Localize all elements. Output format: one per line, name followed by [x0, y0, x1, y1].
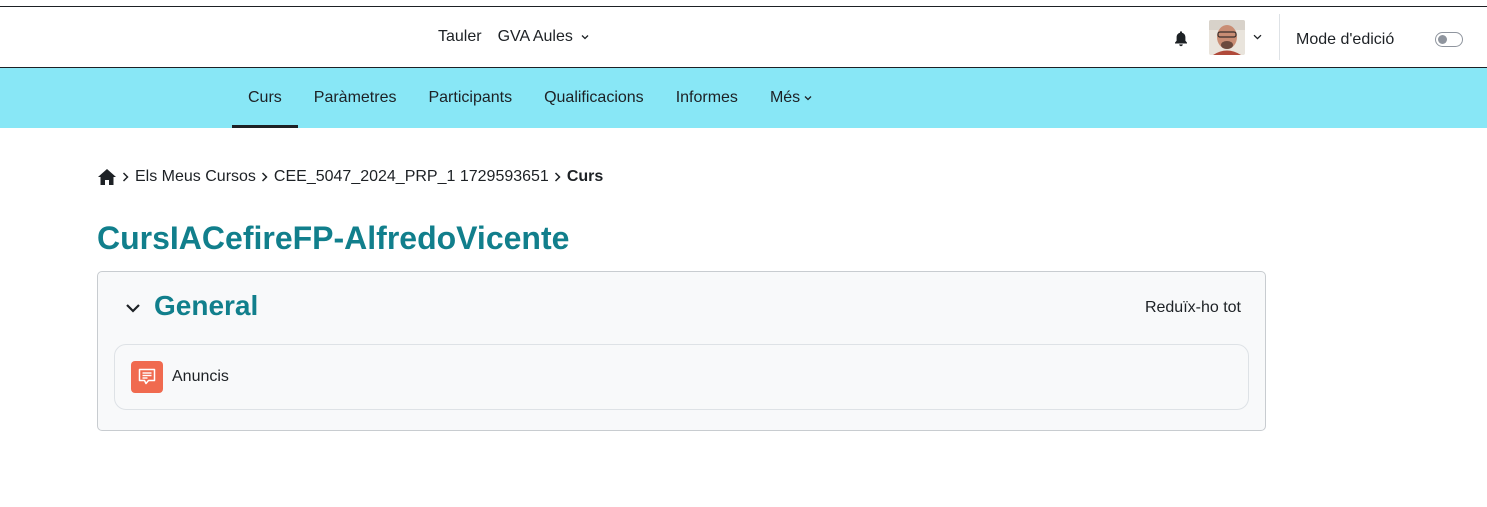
tab-more-label: Més [769, 89, 801, 106]
breadcrumb-course-code[interactable]: CEE_5047_2024_PRP_1 1729593651 [274, 168, 549, 186]
nav-link-gva-aules[interactable]: GVA Aules [498, 28, 590, 46]
header-divider [1279, 14, 1280, 60]
course-section-general: General Reduïx-ho tot Anuncis [97, 271, 1266, 431]
breadcrumb-my-courses[interactable]: Els Meus Cursos [135, 168, 256, 186]
tab-reports[interactable]: Informes [660, 68, 754, 128]
nav-link-gva-aules-label: GVA Aules [497, 28, 573, 45]
activity-link-announcements[interactable]: Anuncis [172, 368, 229, 386]
toggle-knob [1438, 35, 1447, 44]
chevron-down-icon [581, 34, 589, 40]
tab-settings[interactable]: Paràmetres [298, 68, 413, 128]
chevron-right-icon [261, 172, 268, 182]
user-photo [1209, 20, 1245, 55]
breadcrumb: Els Meus Cursos CEE_5047_2024_PRP_1 1729… [97, 166, 603, 188]
tab-course[interactable]: Curs [232, 68, 298, 128]
chevron-down-icon [804, 96, 812, 101]
tab-grades-label: Qualificacions [544, 89, 644, 106]
tab-course-label: Curs [248, 89, 282, 106]
chevron-right-icon [122, 172, 129, 182]
forum-glyph [138, 368, 156, 385]
page-title: CursIACefireFP-AlfredoVicente [97, 220, 570, 256]
home-icon[interactable] [97, 168, 117, 186]
course-tabs: Curs Paràmetres Participants Qualificaci… [232, 68, 828, 128]
course-secondary-nav: Curs Paràmetres Participants Qualificaci… [0, 68, 1487, 128]
bell-icon[interactable] [1173, 30, 1189, 47]
tab-reports-label: Informes [675, 89, 738, 106]
tab-participants[interactable]: Participants [412, 68, 528, 128]
chevron-right-icon [554, 172, 561, 182]
top-navbar: Tauler GVA Aules Mode d'edició [0, 7, 1487, 68]
tab-grades[interactable]: Qualificacions [528, 68, 660, 128]
breadcrumb-current: Curs [566, 168, 604, 185]
chevron-down-icon[interactable] [124, 299, 142, 317]
tab-settings-label: Paràmetres [313, 89, 397, 106]
chevron-down-icon[interactable] [1253, 34, 1262, 40]
edit-mode-label: Mode d'edició [1296, 31, 1395, 48]
section-title[interactable]: General [154, 290, 258, 322]
tab-more[interactable]: Més [754, 68, 828, 128]
user-avatar[interactable] [1209, 20, 1245, 55]
activity-item: Anuncis [114, 344, 1249, 410]
forum-icon [131, 361, 163, 393]
primary-nav: Tauler GVA Aules [438, 7, 589, 67]
nav-link-dashboard[interactable]: Tauler [438, 28, 482, 46]
collapse-all-link[interactable]: Reduïx-ho tot [1145, 299, 1241, 317]
tab-participants-label: Participants [428, 89, 513, 106]
edit-mode-toggle[interactable] [1435, 32, 1463, 47]
